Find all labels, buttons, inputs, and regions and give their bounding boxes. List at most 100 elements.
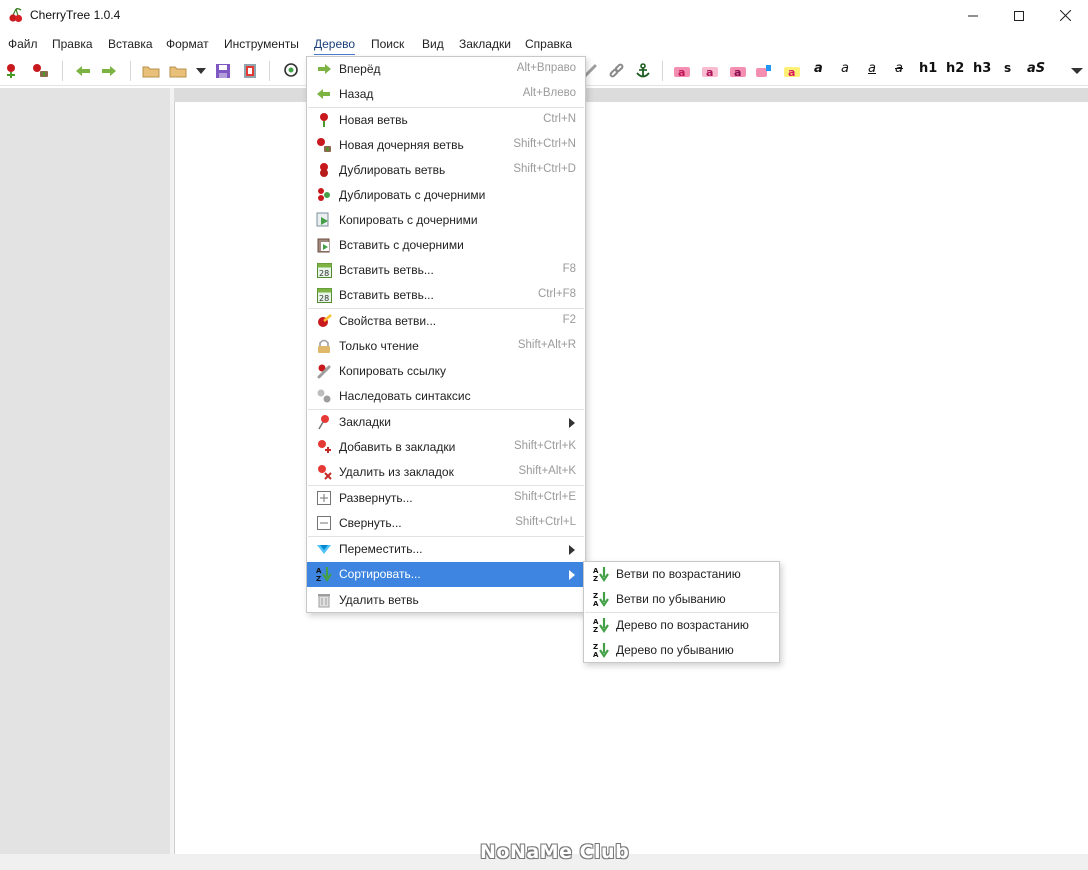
sort-ascending-icon: AZ <box>593 617 609 633</box>
menu-item-sort-tree-ascending[interactable]: AZ Дерево по возрастанию <box>584 613 779 638</box>
chevron-down-icon <box>1071 68 1083 74</box>
menu-item-expand[interactable]: Развернуть... Shift+Ctrl+E <box>307 486 585 511</box>
remove-color-button[interactable]: a <box>727 60 749 82</box>
menu-item-shortcut: Shift+Alt+R <box>517 339 576 351</box>
close-button[interactable] <box>1042 0 1088 31</box>
toolbar-separator <box>130 61 131 81</box>
h1-button[interactable]: h1 <box>919 61 937 76</box>
menu-item-duplicate-node[interactable]: Дублировать ветвь Shift+Ctrl+D <box>307 158 585 183</box>
inherit-syntax-icon <box>316 388 332 404</box>
menu-item-shortcut: Shift+Ctrl+L <box>515 516 576 528</box>
highlight-button[interactable]: a <box>781 60 803 82</box>
text-color-fg-button[interactable]: a <box>671 60 693 82</box>
menu-item-remove-bookmark[interactable]: Удалить из закладок Shift+Alt+K <box>307 460 585 485</box>
link-icon <box>316 363 332 379</box>
menu-item-forward[interactable]: Вперёд Alt+Вправо <box>307 57 585 82</box>
maximize-button[interactable] <box>996 0 1042 31</box>
menu-item-sort-siblings-ascending[interactable]: AZ Ветви по возрастанию <box>584 562 779 587</box>
menu-item-collapse[interactable]: Свернуть... Shift+Ctrl+L <box>307 511 585 536</box>
recent-dropdown-button[interactable] <box>190 60 212 82</box>
menu-file[interactable]: Файл <box>8 33 38 55</box>
folder-icon <box>142 66 160 78</box>
new-node-icon <box>7 64 15 78</box>
h3-button[interactable]: h3 <box>973 61 991 76</box>
menu-format[interactable]: Формат <box>166 33 209 55</box>
svg-text:Z: Z <box>593 626 598 633</box>
add-bookmark-icon <box>316 439 332 455</box>
menu-item-duplicate-subtree[interactable]: Дублировать с дочерними <box>307 183 585 208</box>
menu-item-label: Вставить ветвь... <box>339 288 434 302</box>
menu-item-add-bookmark[interactable]: Добавить в закладки Shift+Ctrl+K <box>307 435 585 460</box>
new-node-button[interactable] <box>1 60 23 82</box>
open-folder-button[interactable] <box>140 60 162 82</box>
title-bar: CherryTree 1.0.4 <box>0 0 1088 31</box>
svg-text:a: a <box>734 66 741 79</box>
anchor-icon <box>636 63 650 78</box>
menu-search[interactable]: Поиск <box>371 33 404 55</box>
bold-button[interactable]: a <box>814 61 823 76</box>
strikethrough-button[interactable]: a <box>895 61 903 76</box>
highlighter-icon: a <box>784 66 800 79</box>
move-icon <box>316 541 332 557</box>
recent-folder-button[interactable] <box>167 60 189 82</box>
export-button[interactable] <box>239 60 261 82</box>
menu-item-sort-siblings-descending[interactable]: ZA Ветви по убыванию <box>584 587 779 612</box>
menu-item-paste-subtree[interactable]: Вставить с дочерними <box>307 233 585 258</box>
menu-item-sort[interactable]: AZ Сортировать... <box>307 562 585 587</box>
superscript-button[interactable]: aS <box>1027 61 1045 76</box>
underline-button[interactable]: a <box>868 61 876 76</box>
menu-item-sort-tree-descending[interactable]: ZA Дерево по убыванию <box>584 638 779 663</box>
menu-bookmarks[interactable]: Закладки <box>459 33 511 55</box>
menu-tree[interactable]: Дерево <box>314 33 356 55</box>
menu-help[interactable]: Справка <box>525 33 572 55</box>
small-text-button[interactable]: s <box>1004 61 1011 75</box>
menu-item-new-node[interactable]: Новая ветвь Ctrl+N <box>307 108 585 133</box>
duplicate-node-icon <box>316 162 332 178</box>
menu-item-label: Закладки <box>339 415 391 429</box>
menu-item-copy-subtree[interactable]: Копировать с дочерними <box>307 208 585 233</box>
go-forward-button[interactable] <box>98 60 120 82</box>
insert-anchor-button[interactable] <box>632 60 654 82</box>
trash-icon <box>316 592 332 608</box>
arrow-right-icon <box>102 66 116 76</box>
menu-item-inherit-syntax[interactable]: Наследовать синтаксис <box>307 384 585 409</box>
italic-button[interactable]: a <box>841 61 849 76</box>
menu-tools[interactable]: Инструменты <box>224 33 299 55</box>
h2-button[interactable]: h2 <box>946 61 964 76</box>
menu-item-node-properties[interactable]: Свойства ветви... F2 <box>307 309 585 334</box>
menu-item-read-only[interactable]: Только чтение Shift+Alt+R <box>307 334 585 359</box>
svg-text:A: A <box>593 651 599 658</box>
menu-item-shortcut: Alt+Влево <box>522 87 576 99</box>
go-back-button[interactable] <box>72 60 94 82</box>
sort-icon: AZ <box>316 566 332 582</box>
menu-item-insert-node-f8[interactable]: 28 Вставить ветвь... F8 <box>307 258 585 283</box>
menu-item-move[interactable]: Переместить... <box>307 537 585 562</box>
toolbar-overflow-button[interactable] <box>1066 60 1088 82</box>
menu-item-back[interactable]: Назад Alt+Влево <box>307 82 585 107</box>
menu-item-label: Новая ветвь <box>339 113 408 127</box>
menu-item-shortcut: Shift+Ctrl+N <box>513 138 576 150</box>
menu-item-insert-node-ctrl-f8[interactable]: 28 Вставить ветвь... Ctrl+F8 <box>307 283 585 308</box>
menu-item-label: Развернуть... <box>339 491 413 505</box>
menu-item-copy-link[interactable]: Копировать ссылку <box>307 359 585 384</box>
text-color-pick-button[interactable] <box>753 60 775 82</box>
collapse-icon <box>316 515 332 531</box>
sort-ascending-icon: AZ <box>593 566 609 582</box>
menu-item-label: Копировать с дочерними <box>339 213 478 227</box>
menu-item-new-child-node[interactable]: Новая дочерняя ветвь Shift+Ctrl+N <box>307 133 585 158</box>
menu-insert[interactable]: Вставка <box>108 33 153 55</box>
menu-view[interactable]: Вид <box>422 33 444 55</box>
save-icon <box>216 64 230 78</box>
menu-item-label: Новая дочерняя ветвь <box>339 138 464 152</box>
menu-edit[interactable]: Правка <box>52 33 93 55</box>
tree-pane[interactable] <box>0 88 170 854</box>
insert-chain-button[interactable] <box>605 60 627 82</box>
save-button[interactable] <box>212 60 234 82</box>
minimize-button[interactable] <box>950 0 996 31</box>
menu-item-delete-node[interactable]: Удалить ветвь <box>307 588 585 613</box>
find-button[interactable] <box>280 60 302 82</box>
new-child-node-button[interactable] <box>30 60 52 82</box>
remove-bookmark-icon <box>316 464 332 480</box>
text-color-bg-button[interactable]: a <box>699 60 721 82</box>
menu-item-bookmarks[interactable]: Закладки <box>307 410 585 435</box>
